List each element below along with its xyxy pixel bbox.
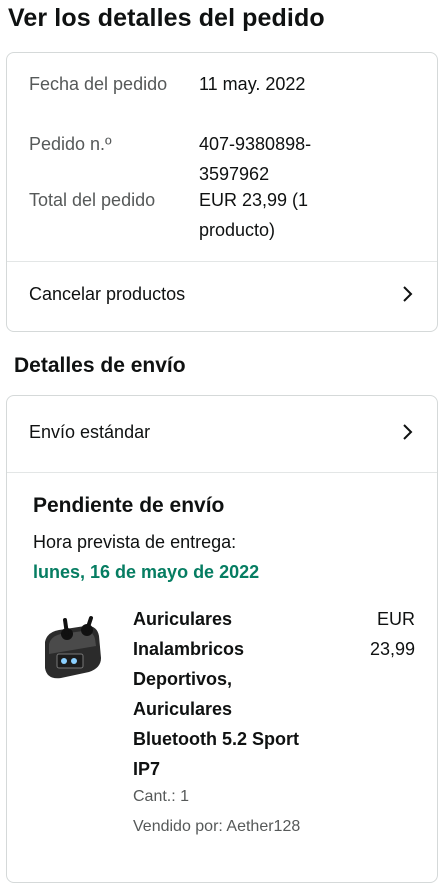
shipping-card: Envío estándar Pendiente de envío Hora p…	[6, 395, 438, 883]
product-title-link[interactable]: Auriculares Inalambricos Deportivos, Aur…	[133, 604, 303, 784]
chevron-right-icon	[403, 286, 413, 302]
cancel-products-link[interactable]: Cancelar productos	[7, 262, 437, 326]
order-number-value: 407-9380898-3597962	[199, 134, 312, 184]
shipping-method-label: Envío estándar	[29, 422, 151, 442]
product-quantity: Cant.: 1	[133, 788, 190, 805]
shipment-status: Pendiente de envío	[33, 494, 225, 517]
order-number-row: Pedido n.º 407-9380898-3597962	[29, 129, 417, 189]
order-number-label: Pedido n.º	[29, 134, 112, 154]
order-summary-card: Fecha del pedido 11 may. 2022 Pedido n.º…	[6, 52, 438, 332]
chevron-right-icon	[403, 424, 413, 440]
order-date-row: Fecha del pedido 11 may. 2022	[29, 69, 417, 129]
delivery-eta-label: Hora prevista de entrega:	[33, 532, 237, 552]
order-date-value: 11 may. 2022	[199, 74, 306, 94]
shipping-method-link[interactable]: Envío estándar	[7, 400, 437, 464]
page-title: Ver los detalles del pedido	[8, 4, 325, 32]
earbuds-case-image	[45, 616, 101, 679]
cancel-products-label: Cancelar productos	[29, 284, 186, 304]
order-date-label: Fecha del pedido	[29, 74, 168, 94]
product-image[interactable]	[37, 614, 109, 686]
product-seller: Vendido por: Aether128	[133, 818, 301, 835]
delivery-eta-date: lunes, 16 de mayo de 2022	[33, 562, 260, 582]
order-total-row: Total del pedido EUR 23,99 (1 producto)	[29, 185, 417, 245]
divider	[7, 472, 437, 473]
order-total-value: EUR 23,99 (1 producto)	[199, 190, 309, 240]
shipping-section-title: Detalles de envío	[14, 354, 186, 377]
product-price: EUR 23,99	[369, 609, 415, 659]
order-total-label: Total del pedido	[29, 190, 156, 210]
